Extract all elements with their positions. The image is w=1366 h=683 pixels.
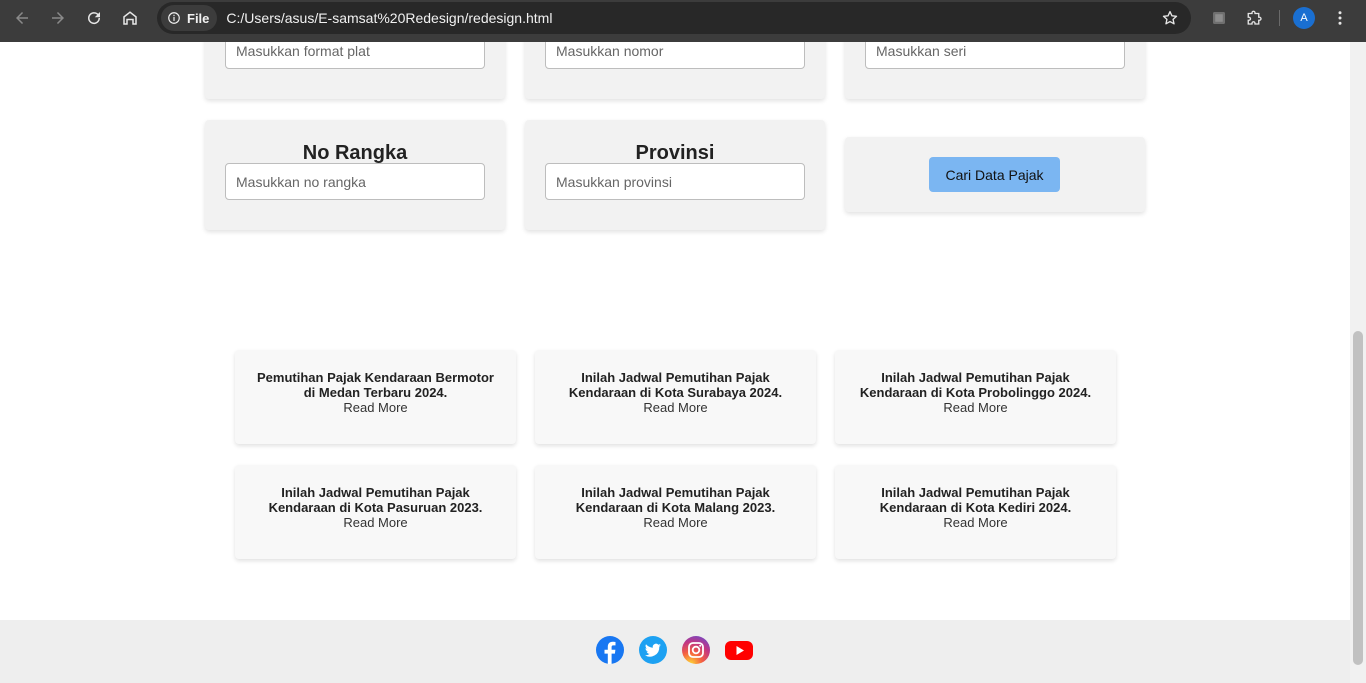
footer — [0, 620, 1350, 683]
arrow-right-icon — [52, 12, 64, 24]
facebook-icon[interactable] — [595, 635, 625, 665]
news-title: Inilah Jadwal Pemutihan Pajak Kendaraan … — [859, 370, 1092, 400]
extension-button[interactable] — [1201, 0, 1237, 36]
news-title: Pemutihan Pajak Kendaraan Bermotor di Me… — [257, 370, 494, 400]
page-content: No Rangka Provinsi Cari Data Pajak Pemut… — [0, 42, 1350, 683]
youtube-icon[interactable] — [724, 635, 754, 665]
search-tax-button[interactable]: Cari Data Pajak — [929, 157, 1060, 192]
read-more-link[interactable]: Read More — [235, 400, 516, 415]
news-card[interactable]: Inilah Jadwal Pemutihan Pajak Kendaraan … — [235, 465, 516, 559]
no-rangka-card: No Rangka — [205, 120, 505, 230]
plat-format-card — [205, 42, 505, 99]
read-more-link[interactable]: Read More — [235, 515, 516, 530]
home-icon — [123, 11, 137, 25]
read-more-link[interactable]: Read More — [835, 515, 1116, 530]
read-more-link[interactable]: Read More — [535, 515, 816, 530]
browser-menu-button[interactable] — [1322, 0, 1358, 36]
no-rangka-input[interactable] — [225, 163, 485, 200]
news-title: Inilah Jadwal Pemutihan Pajak Kendaraan … — [268, 485, 483, 515]
toolbar-divider — [1279, 10, 1280, 26]
site-chip-label: File — [187, 10, 210, 26]
plat-series-card — [845, 42, 1145, 99]
news-card[interactable]: Inilah Jadwal Pemutihan Pajak Kendaraan … — [535, 350, 816, 444]
home-button[interactable] — [112, 0, 148, 36]
news-title: Inilah Jadwal Pemutihan Pajak Kendaraan … — [568, 370, 783, 400]
browser-toolbar: File C:/Users/asus/E-samsat%20Redesign/r… — [0, 0, 1366, 42]
page-scrollbar[interactable] — [1350, 42, 1366, 683]
provinsi-card: Provinsi — [525, 120, 825, 230]
forward-button[interactable] — [40, 0, 76, 36]
profile-button[interactable]: A — [1286, 0, 1322, 36]
toolbar-actions: A — [1201, 0, 1358, 36]
provinsi-input[interactable] — [545, 163, 805, 200]
news-card[interactable]: Inilah Jadwal Pemutihan Pajak Kendaraan … — [535, 465, 816, 559]
read-more-link[interactable]: Read More — [535, 400, 816, 415]
back-button[interactable] — [4, 0, 40, 36]
plat-number-input[interactable] — [545, 42, 805, 69]
provinsi-label: Provinsi — [635, 142, 715, 164]
kebab-menu-icon — [1338, 11, 1342, 25]
search-card: Cari Data Pajak — [845, 137, 1145, 212]
profile-avatar: A — [1293, 7, 1315, 29]
site-info-chip[interactable]: File — [161, 5, 218, 31]
read-more-link[interactable]: Read More — [835, 400, 1116, 415]
bookmark-star-icon[interactable] — [1161, 9, 1179, 27]
arrow-left-icon — [16, 12, 28, 24]
extension-square-icon — [1213, 12, 1225, 24]
twitter-icon[interactable] — [638, 635, 668, 665]
puzzle-icon — [1247, 10, 1262, 25]
reload-button[interactable] — [76, 0, 112, 36]
news-title: Inilah Jadwal Pemutihan Pajak Kendaraan … — [575, 485, 776, 515]
extensions-menu-button[interactable] — [1237, 0, 1273, 36]
url-text[interactable]: C:/Users/asus/E-samsat%20Redesign/redesi… — [226, 10, 552, 26]
no-rangka-label: No Rangka — [302, 142, 408, 164]
info-icon — [168, 12, 180, 24]
plat-number-card — [525, 42, 825, 99]
news-card[interactable]: Pemutihan Pajak Kendaraan Bermotor di Me… — [235, 350, 516, 444]
address-bar[interactable]: File C:/Users/asus/E-samsat%20Redesign/r… — [157, 2, 1191, 34]
instagram-icon[interactable] — [681, 635, 711, 665]
reload-icon — [88, 12, 101, 25]
news-title: Inilah Jadwal Pemutihan Pajak Kendaraan … — [879, 485, 1072, 515]
news-card[interactable]: Inilah Jadwal Pemutihan Pajak Kendaraan … — [835, 465, 1116, 559]
news-card[interactable]: Inilah Jadwal Pemutihan Pajak Kendaraan … — [835, 350, 1116, 444]
plat-format-input[interactable] — [225, 42, 485, 69]
scrollbar-thumb[interactable] — [1353, 331, 1363, 665]
plat-series-input[interactable] — [865, 42, 1125, 69]
